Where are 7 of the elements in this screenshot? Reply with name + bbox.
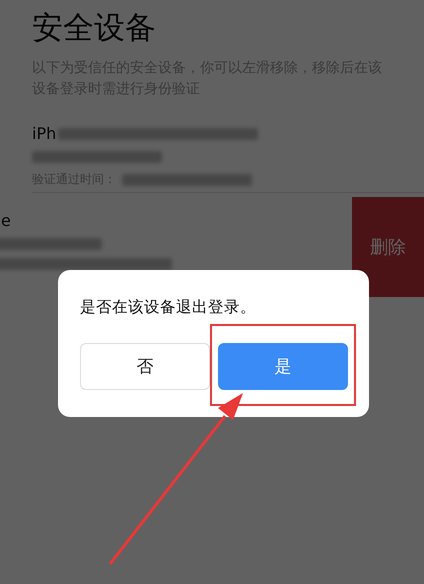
page-title: 安全设备	[32, 9, 157, 48]
cancel-button[interactable]: 否	[80, 343, 210, 390]
device-name: e	[1, 211, 11, 230]
device-name: iPh	[32, 124, 56, 143]
dialog-message: 是否在该设备退出登录。	[80, 297, 257, 318]
confirm-button[interactable]: 是	[218, 343, 348, 390]
delete-button[interactable]: 删除	[352, 197, 424, 297]
